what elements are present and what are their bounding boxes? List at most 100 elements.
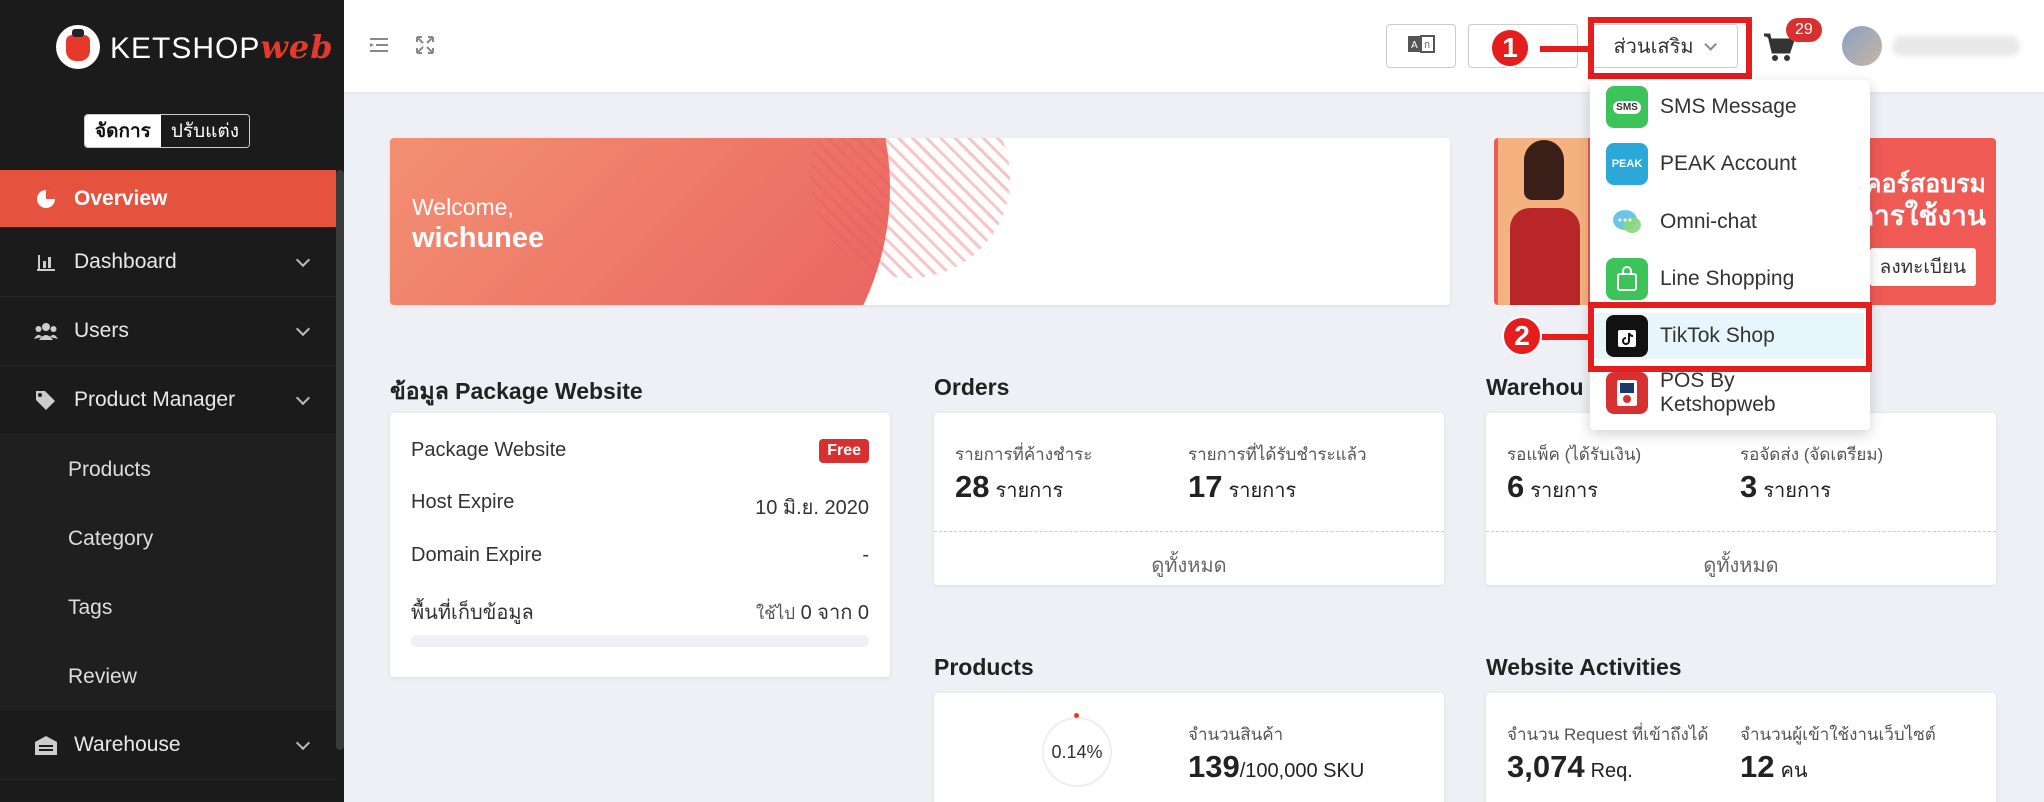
sidebar-item-label: Dashboard <box>74 250 177 273</box>
package-row-label: พื้นที่เก็บข้อมูล <box>411 602 534 624</box>
translate-icon: Aก <box>1407 34 1435 58</box>
warehouse-ship-value: 3 รายการ <box>1740 469 1831 506</box>
sidebar-item-dashboard[interactable]: Dashboard <box>0 228 336 297</box>
activities-visitors-value: 12 คน <box>1740 749 1808 786</box>
orders-view-all-link[interactable]: ดูทั้งหมด <box>934 549 1444 581</box>
card-divider <box>934 531 1444 532</box>
package-row-label: Host Expire <box>411 491 515 513</box>
dropdown-item-peak[interactable]: PEAK PEAK Account <box>1606 141 1856 187</box>
storage-progress-bar <box>411 635 869 647</box>
orders-paid-label: รายการที่ได้รับชำระแล้ว <box>1188 445 1367 464</box>
activities-card: จำนวน Request ที่เข้าถึงได้ 3,074 Req. จำ… <box>1486 693 1996 802</box>
dropdown-item-label: PEAK Account <box>1660 152 1797 175</box>
domain-expire-row: Domain Expire - <box>411 544 869 567</box>
package-row-value: - <box>862 544 869 566</box>
mode-manage-button[interactable]: จัดการ <box>85 115 161 147</box>
sidebar-sub-review[interactable]: Review <box>0 642 336 711</box>
avatar[interactable] <box>1842 26 1882 66</box>
storage-mid: จาก <box>817 602 853 624</box>
activities-req-number: 3,074 <box>1507 749 1585 784</box>
annotation-number-2: 2 <box>1502 316 1542 356</box>
sidebar-item-label: Overview <box>74 186 168 210</box>
storage-prefix: ใช้ไป <box>755 604 795 623</box>
sidebar-sub-products[interactable]: Products <box>0 435 336 504</box>
shopping-bag-icon <box>1606 258 1648 300</box>
bar-chart-icon <box>34 250 58 274</box>
donut-progress-dot <box>1074 713 1079 718</box>
activities-visitors-label: จำนวนผู้เข้าใช้งานเว็บไซต์ <box>1740 725 1936 744</box>
dropdown-item-omnichat[interactable]: Omni-chat <box>1606 199 1856 245</box>
language-button[interactable]: Aก <box>1386 24 1456 68</box>
annotation-line-1 <box>1540 46 1590 52</box>
pos-icon <box>1606 372 1648 414</box>
warehouse-ship-number: 3 <box>1740 469 1758 504</box>
orders-unit: รายการ <box>995 480 1064 502</box>
tags-icon <box>34 388 58 412</box>
activities-req-label: จำนวน Request ที่เข้าถึงได้ <box>1507 725 1709 744</box>
sidebar-item-users[interactable]: Users <box>0 297 336 366</box>
products-percent: 0.14% <box>1051 741 1103 762</box>
chevron-down-icon <box>295 735 311 751</box>
orders-pending-value: 28 รายการ <box>955 469 1063 506</box>
welcome-username: wichunee <box>412 222 545 254</box>
sidebar-sub-tags[interactable]: Tags <box>0 573 336 642</box>
collapse-menu-icon[interactable] <box>368 34 392 58</box>
sidebar-item-label: Users <box>74 319 129 342</box>
logo[interactable]: KETSHOPweb <box>56 22 334 72</box>
register-button[interactable]: ลงทะเบียน <box>1869 248 1976 286</box>
products-count-value: 139/100,000 SKU <box>1188 749 1364 785</box>
warehouse-unit: รายการ <box>1530 480 1599 502</box>
users-icon <box>34 319 58 343</box>
svg-text:A: A <box>1411 40 1418 51</box>
dropdown-item-label: Line Shopping <box>1660 267 1795 290</box>
trainer-illustration <box>1498 138 1588 305</box>
pie-chart-icon <box>34 187 58 211</box>
mode-customize-button[interactable]: ปรับแต่ง <box>160 115 250 147</box>
annotation-box-1 <box>1588 17 1752 79</box>
sidebar-item-product-manager[interactable]: Product Manager <box>0 366 336 435</box>
warehouse-pack-number: 6 <box>1507 469 1525 504</box>
sms-icon: SMS <box>1606 86 1648 128</box>
package-section-title: ข้อมูล Package Website <box>390 378 643 404</box>
chevron-down-icon <box>295 321 311 337</box>
sidebar-item-overview[interactable]: Overview <box>0 170 336 228</box>
warehouse-view-all-link[interactable]: ดูทั้งหมด <box>1486 549 1996 581</box>
logo-suffix: web <box>260 28 334 66</box>
storage-usage: ใช้ไป 0 จาก 0 <box>756 596 869 628</box>
activities-req-unit: Req. <box>1590 760 1633 782</box>
dropdown-item-line-shopping[interactable]: Line Shopping <box>1606 256 1856 302</box>
svg-text:ก: ก <box>1424 40 1430 51</box>
products-count-number: 139 <box>1188 749 1240 784</box>
host-expire-row: Host Expire 10 มิ.ย. 2020 <box>411 491 869 523</box>
products-section-title: Products <box>934 654 1034 680</box>
orders-paid-value: 17 รายการ <box>1188 469 1296 506</box>
training-title-2: การใช้งาน <box>1857 200 1986 231</box>
warehouse-pack-value: 6 รายการ <box>1507 469 1598 506</box>
mode-toggle: จัดการ ปรับแต่ง <box>84 114 251 148</box>
dropdown-item-pos[interactable]: POS By Ketshopweb <box>1606 369 1856 416</box>
sidebar-item-label: Product Manager <box>74 388 236 411</box>
top-header: Aก ส่วนเสริม 29 <box>344 0 2044 92</box>
products-card: 0.14% จำนวนสินค้า 139/100,000 SKU <box>934 693 1444 802</box>
dropdown-item-sms[interactable]: SMS SMS Message <box>1606 84 1856 130</box>
warehouse-section-title: Warehou <box>1486 374 1584 400</box>
username-blurred[interactable] <box>1892 36 2020 56</box>
activities-section-title: Website Activities <box>1486 654 1682 680</box>
orders-paid-number: 17 <box>1188 469 1223 504</box>
storage-used: 0 <box>800 602 812 624</box>
package-card: Package Website Free Host Expire 10 มิ.ย… <box>390 413 890 677</box>
annotation-box-2 <box>1588 302 1872 372</box>
welcome-greeting: Welcome, <box>412 194 514 220</box>
cart-count-badge: 29 <box>1786 18 1822 42</box>
sms-icon-tag: SMS <box>1613 100 1641 114</box>
fullscreen-icon[interactable] <box>414 34 438 58</box>
peak-icon: PEAK <box>1606 143 1648 185</box>
sidebar-item-warehouse[interactable]: Warehouse <box>0 711 336 780</box>
peak-icon-tag: PEAK <box>1611 158 1643 170</box>
orders-unit: รายการ <box>1228 480 1297 502</box>
products-count-label: จำนวนสินค้า <box>1188 725 1284 744</box>
sidebar-sub-category[interactable]: Category <box>0 504 336 573</box>
sidebar-scrollbar[interactable] <box>336 170 344 750</box>
annotation-line-2 <box>1540 334 1590 340</box>
logo-text: KETSHOPweb <box>110 28 334 66</box>
